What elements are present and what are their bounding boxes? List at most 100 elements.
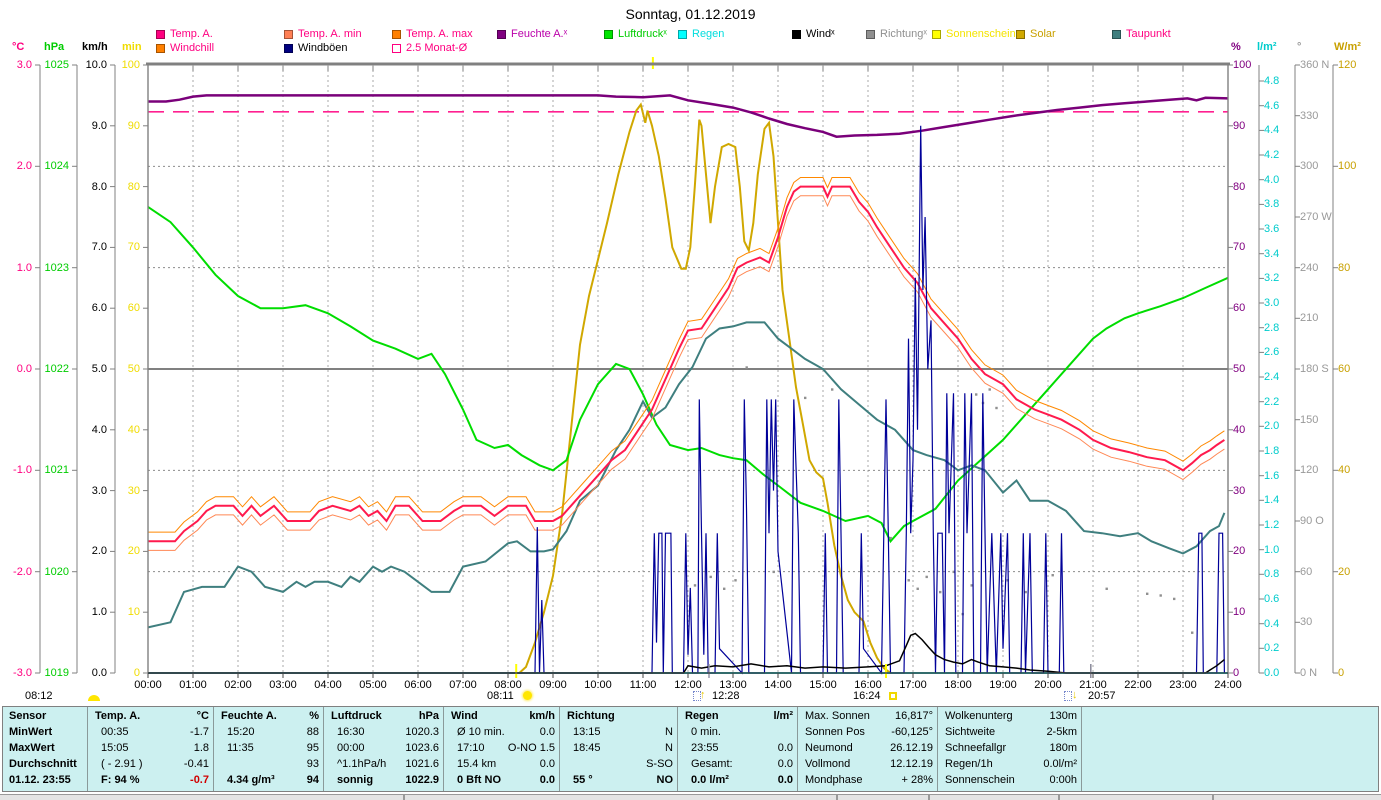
lm2-axis-tick: 0.8 <box>1264 568 1280 580</box>
cell-value: 0.0 <box>777 742 793 754</box>
hpa-axis-tick: 1022 <box>44 363 69 375</box>
strip-divider <box>836 795 838 800</box>
deg-axis-tick: 210 <box>1300 312 1319 324</box>
info-value: 26.12.19 <box>890 742 933 754</box>
cell-time: 18:45 <box>573 742 601 754</box>
pct-axis-tick: 100 <box>1233 59 1252 71</box>
time-label: 02:00 <box>224 679 252 691</box>
pct-axis-tick: 80 <box>1233 181 1246 193</box>
wm2-axis-tick: 80 <box>1338 262 1351 274</box>
info-label: Schneefallgr <box>945 742 1007 754</box>
time-label: 01:00 <box>179 679 207 691</box>
cell-time: 11:35 <box>227 742 254 754</box>
info-label: Sonnenschein <box>945 774 1015 786</box>
info-value: 12.12.19 <box>890 758 933 770</box>
cell-value: N <box>665 742 673 754</box>
cell-value: 1.8 <box>193 742 209 754</box>
info-value: 16,817° <box>894 710 933 722</box>
cell-time: 15:05 <box>101 742 129 754</box>
info-label: Wolkenunterg <box>945 710 1013 722</box>
min-axis-tick: 90 <box>127 120 140 132</box>
cell-value: 93 <box>306 758 319 770</box>
legend-item-temp-a-: Temp. A. <box>170 28 213 40</box>
info-value: 2-5km <box>1046 726 1077 738</box>
legend-item-temp-a-min: Temp. A. min <box>298 28 362 40</box>
min-axis-tick: 100 <box>121 59 140 71</box>
legend-item-taupunkt: Taupunkt <box>1126 28 1171 40</box>
cell-time: Gesamt: <box>691 758 733 770</box>
legend-item-feuchte-a-: Feuchte A.ˣ <box>511 28 568 40</box>
info-value: -60,125° <box>891 726 933 738</box>
row-label: Sensor <box>9 710 47 722</box>
cell-time: 23:55 <box>691 742 719 754</box>
cell-value: 0.0 <box>539 774 555 786</box>
legend-swatch-temp-a-min <box>284 30 293 39</box>
legend-swatch-sonnenschein <box>932 30 941 39</box>
cell-time: 4.34 g/m³ <box>227 774 275 786</box>
axis-unit-label: ° <box>1297 41 1302 53</box>
table-divider <box>937 707 938 791</box>
legend-swatch-2-5-monat- <box>392 44 401 53</box>
moon-icon <box>1064 691 1072 701</box>
legend-swatch-temp-a-max <box>392 30 401 39</box>
deg-axis-tick: 120 <box>1300 464 1319 476</box>
pct-axis-tick: 30 <box>1233 485 1246 497</box>
strip-divider <box>403 795 405 800</box>
lm2-axis-tick: 3.8 <box>1264 198 1280 210</box>
cell-value: 94 <box>306 774 319 786</box>
cell-value: 1023.6 <box>405 742 439 754</box>
lm2-axis-tick: 0.6 <box>1264 593 1280 605</box>
strip-divider <box>1058 795 1060 800</box>
lm2-axis-tick: 3.0 <box>1264 297 1280 309</box>
legend-item-2-5-monat-: 2.5 Monat-Ø <box>406 42 468 54</box>
info-value: 130m <box>1049 710 1077 722</box>
column-header: Wind <box>451 710 478 722</box>
hpa-axis-tick: 1019 <box>44 667 69 679</box>
pct-axis-tick: 90 <box>1233 120 1246 132</box>
kmh-axis-tick: 1.0 <box>91 606 107 618</box>
column-header: Temp. A. <box>95 710 141 722</box>
column-header: Luftdruck <box>331 710 382 722</box>
legend-swatch-solar <box>1016 30 1025 39</box>
legend-swatch-feuchte-a- <box>497 30 506 39</box>
column-unit: °C <box>196 710 209 722</box>
kmh-axis-tick: 2.0 <box>91 545 107 557</box>
sun-marker-time: 08:12 <box>25 690 53 702</box>
legend-item-luftdruck-: Luftdruckˣ <box>618 28 667 40</box>
legend-swatch-richtung- <box>866 30 875 39</box>
legend-swatch-windb-en <box>284 44 293 53</box>
sunrise-icon <box>88 695 100 701</box>
deg-axis-tick: 0 N <box>1300 667 1318 679</box>
sunset-time: 16:24 <box>853 690 881 702</box>
kmh-axis-tick: 5.0 <box>91 363 107 375</box>
pct-axis-tick: 60 <box>1233 302 1246 314</box>
min-axis-tick: 70 <box>127 241 140 253</box>
deg-axis-tick: 30 <box>1300 616 1313 628</box>
info-label: Sonnen Pos <box>805 726 865 738</box>
cell-value: O-NO 1.5 <box>507 742 555 754</box>
row-label: MaxWert <box>9 742 55 754</box>
column-header: Regen <box>685 710 719 722</box>
sunrise-time: 08:11 <box>487 690 514 702</box>
legend-item-regen: Regen <box>692 28 725 40</box>
temp-axis-tick: -3.0 <box>13 667 32 679</box>
legend-item-richtung-: Richtungˣ <box>880 28 928 40</box>
pct-axis-tick: 0 <box>1233 667 1240 679</box>
legend-item-wind-: Windˣ <box>806 28 835 40</box>
info-value: 180m <box>1049 742 1077 754</box>
moon-arrow-icon: ↓ <box>1072 689 1078 701</box>
column-unit: hPa <box>418 710 439 722</box>
table-divider <box>87 707 88 791</box>
lm2-axis-tick: 1.2 <box>1264 519 1280 531</box>
time-label: 19:00 <box>989 679 1017 691</box>
pct-axis-tick: 50 <box>1233 363 1246 375</box>
column-header: Feuchte A. <box>221 710 277 722</box>
time-label: 18:00 <box>944 679 972 691</box>
cell-time: 15.4 km <box>457 758 497 770</box>
cell-value: 95 <box>306 742 319 754</box>
cell-time: 15:20 <box>227 726 255 738</box>
legend-item-windchill: Windchill <box>170 42 215 54</box>
lm2-axis-tick: 3.4 <box>1264 248 1280 260</box>
row-label: Durchschnitt <box>9 758 77 770</box>
sun-icon <box>523 691 532 700</box>
